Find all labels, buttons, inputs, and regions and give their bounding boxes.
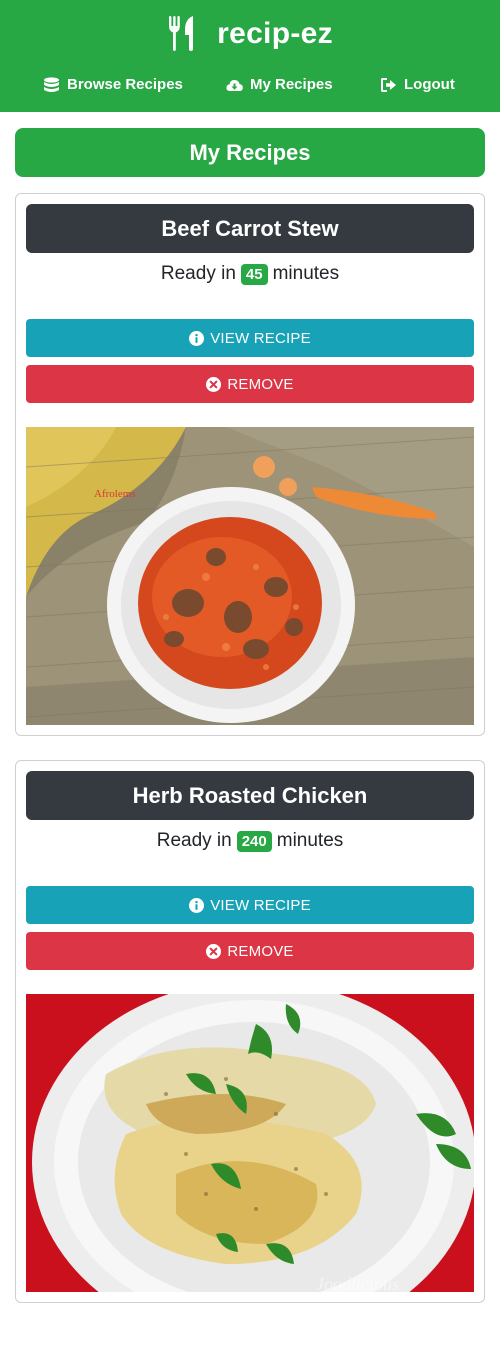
recipe-photo[interactable]: Afrolems: [26, 427, 474, 725]
photo-caption: Afrolems: [94, 488, 136, 500]
utensils-icon: [169, 16, 194, 51]
main-nav: Browse Recipes My Recipes Logout: [0, 76, 500, 96]
view-recipe-label: VIEW RECIPE: [210, 896, 311, 914]
minutes-badge: 45: [240, 263, 268, 285]
view-recipe-button[interactable]: VIEW RECIPE: [26, 319, 474, 357]
nav-logout-label: Logout: [404, 76, 455, 93]
ready-time: Ready in 45 minutes: [16, 263, 484, 285]
nav-logout[interactable]: Logout: [380, 76, 455, 93]
ready-prefix: Ready in: [160, 263, 236, 284]
ready-time: Ready in 240 minutes: [16, 830, 484, 852]
view-recipe-label: VIEW RECIPE: [210, 329, 311, 347]
nav-my-recipes-label: My Recipes: [250, 76, 333, 93]
remove-recipe-label: REMOVE: [227, 375, 294, 393]
ready-suffix: minutes: [272, 263, 340, 284]
minutes-badge: 240: [236, 830, 272, 852]
remove-recipe-button[interactable]: REMOVE: [26, 365, 474, 403]
app-name: recip-ez: [217, 17, 333, 50]
brand[interactable]: recip-ez: [0, 16, 500, 52]
photo-caption: Joodlicious: [316, 1274, 399, 1292]
view-recipe-button[interactable]: VIEW RECIPE: [26, 886, 474, 924]
recipe-title: Herb Roasted Chicken: [26, 771, 474, 820]
ready-prefix: Ready in: [156, 830, 232, 851]
database-icon: [44, 76, 59, 92]
ready-suffix: minutes: [276, 830, 344, 851]
remove-recipe-label: REMOVE: [227, 942, 294, 960]
remove-recipe-button[interactable]: REMOVE: [26, 932, 474, 970]
sign-out-icon: [381, 77, 396, 92]
times-circle-icon: [206, 943, 222, 959]
recipe-card: Herb Roasted Chicken Ready in 240 minute…: [15, 760, 485, 1303]
recipe-title: Beef Carrot Stew: [26, 204, 474, 253]
recipe-photo[interactable]: Joodlicious: [26, 994, 474, 1292]
recipe-card: Beef Carrot Stew Ready in 45 minutes VIE…: [15, 193, 485, 736]
page-title: My Recipes: [15, 128, 485, 177]
info-circle-icon: [189, 897, 205, 913]
cloud-download-icon: [226, 79, 243, 91]
nav-browse-recipes[interactable]: Browse Recipes: [43, 76, 183, 93]
info-circle-icon: [189, 330, 205, 346]
top-navbar: recip-ez Browse Recipes My Recipes Logou…: [0, 0, 500, 112]
times-circle-icon: [206, 376, 222, 392]
nav-browse-label: Browse Recipes: [67, 76, 183, 93]
nav-my-recipes[interactable]: My Recipes: [226, 76, 333, 93]
